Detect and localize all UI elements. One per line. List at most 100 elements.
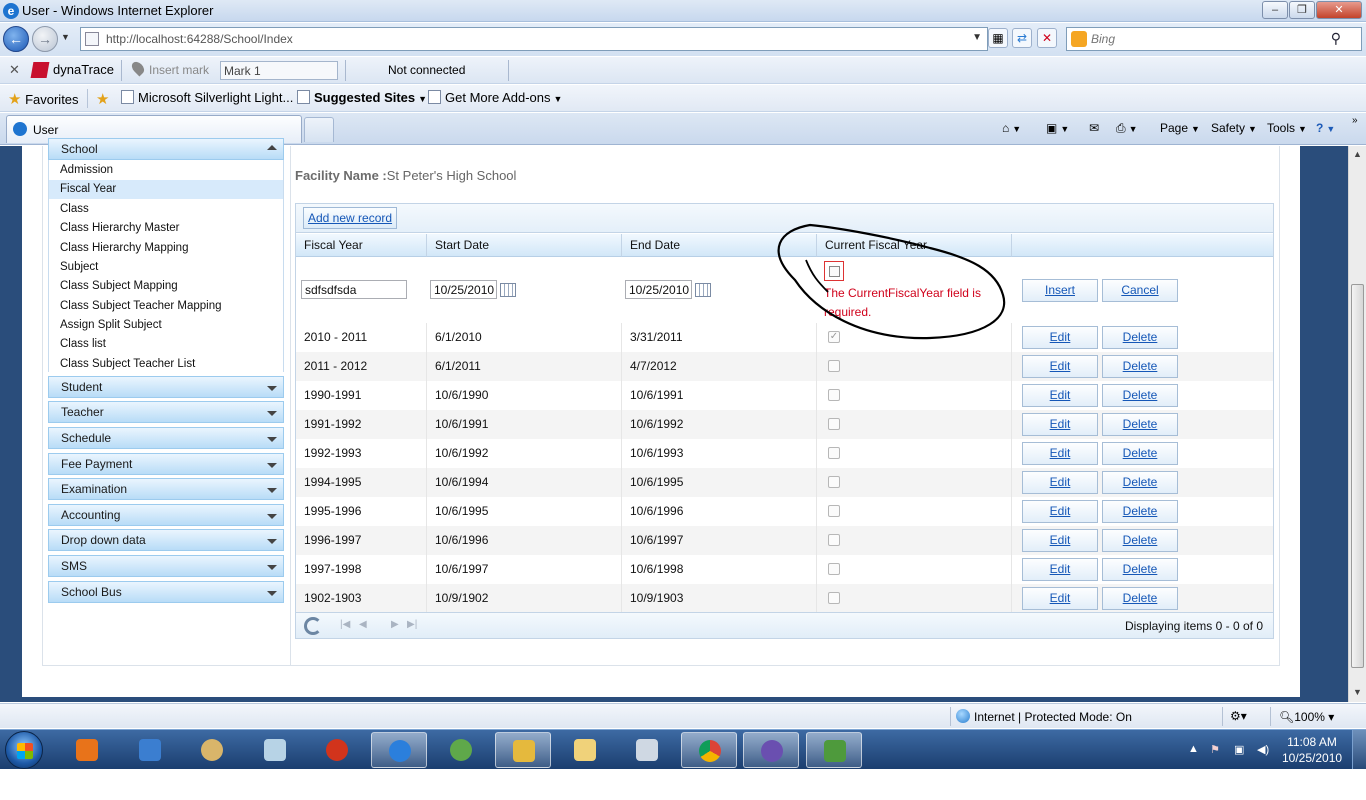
sidebar-item-fiscal-year[interactable]: Fiscal Year <box>49 180 283 199</box>
help-button[interactable]: ? ▼ <box>1316 121 1335 135</box>
refresh-icon[interactable] <box>304 617 322 635</box>
show-hidden-icons[interactable]: ▲ <box>1188 743 1199 755</box>
system-clock[interactable]: 11:08 AM 10/25/2010 <box>1282 734 1342 766</box>
taskbar-internet-explorer[interactable] <box>371 732 427 768</box>
search-icon[interactable]: ⚲ <box>1331 30 1341 47</box>
sidebar-item-class-hierarchy-mapping[interactable]: Class Hierarchy Mapping <box>49 239 283 258</box>
delete-button[interactable]: Delete <box>1102 413 1178 436</box>
taskbar-remote-desktop[interactable] <box>122 732 178 768</box>
add-to-favorites-bar-button[interactable]: ★ <box>96 90 109 108</box>
favorite-suggested-sites[interactable]: Suggested Sites ▼ <box>297 90 427 105</box>
column-header-fiscal-year[interactable]: Fiscal Year <box>296 234 427 257</box>
delete-button[interactable]: Delete <box>1102 500 1178 523</box>
feeds-button[interactable]: ▣ ▼ <box>1046 121 1069 135</box>
sidebar-item-assign-split-subject[interactable]: Assign Split Subject <box>49 316 283 335</box>
edit-button[interactable]: Edit <box>1022 558 1098 581</box>
sidebar-section-drop-down-data[interactable]: Drop down data <box>48 529 284 551</box>
safety-menu[interactable]: Safety ▼ <box>1211 121 1257 135</box>
edit-button[interactable]: Edit <box>1022 587 1098 610</box>
first-page-icon[interactable]: |◀ <box>340 619 350 630</box>
read-mail-button[interactable]: ✉ <box>1089 121 1099 135</box>
maximize-button[interactable]: ❐ <box>1289 1 1315 19</box>
security-zone[interactable]: Internet | Protected Mode: On <box>974 710 1132 724</box>
edit-button[interactable]: Edit <box>1022 529 1098 552</box>
tools-menu[interactable]: Tools ▼ <box>1267 121 1307 135</box>
search-input[interactable] <box>1091 30 1321 48</box>
sidebar-section-schedule[interactable]: Schedule <box>48 427 284 449</box>
start-button[interactable] <box>5 731 43 769</box>
sidebar-item-class-hierarchy-master[interactable]: Class Hierarchy Master <box>49 219 283 238</box>
taskbar-chrome[interactable] <box>681 732 737 768</box>
delete-button[interactable]: Delete <box>1102 587 1178 610</box>
cancel-button[interactable]: Cancel <box>1102 279 1178 302</box>
zoom-level[interactable]: 🔍︎100% ▾ <box>1279 710 1334 724</box>
favorite-get-more-addons[interactable]: Get More Add-ons ▼ <box>428 90 562 105</box>
sidebar-item-class[interactable]: Class <box>49 200 283 219</box>
sidebar-item-class-subject-teacher-mapping[interactable]: Class Subject Teacher Mapping <box>49 297 283 316</box>
edit-button[interactable]: Edit <box>1022 326 1098 349</box>
taskbar-calculator[interactable] <box>619 732 675 768</box>
close-toolbar-icon[interactable]: ✕ <box>9 62 20 78</box>
taskbar-notepad[interactable] <box>247 732 303 768</box>
search-box[interactable]: ⚲ <box>1066 27 1362 51</box>
compatibility-view-icon[interactable]: ▦ <box>988 28 1008 48</box>
history-dropdown-icon[interactable]: ▼ <box>61 32 70 42</box>
current-fiscal-year-checkbox[interactable] <box>824 261 844 281</box>
start-date-input[interactable] <box>430 280 497 299</box>
back-button[interactable]: ← <box>3 26 29 52</box>
page-menu[interactable]: Page ▼ <box>1160 121 1200 135</box>
edit-button[interactable]: Edit <box>1022 442 1098 465</box>
delete-button[interactable]: Delete <box>1102 442 1178 465</box>
sidebar-item-class-subject-teacher-list[interactable]: Class Subject Teacher List <box>49 355 283 374</box>
edit-button[interactable]: Edit <box>1022 500 1098 523</box>
taskbar-excel[interactable] <box>806 732 862 768</box>
favorite-link-silverlight[interactable]: Microsoft Silverlight Light... <box>121 90 293 105</box>
print-button[interactable]: ⎙ ▼ <box>1116 121 1138 136</box>
add-new-record-button[interactable]: Add new record <box>303 207 398 229</box>
next-page-icon[interactable]: ▶ <box>391 619 399 630</box>
edit-button[interactable]: Edit <box>1022 355 1098 378</box>
show-desktop-button[interactable] <box>1352 730 1366 770</box>
taskbar-paint[interactable] <box>184 732 240 768</box>
vertical-scrollbar[interactable]: ▲ ▼ <box>1348 146 1366 702</box>
sidebar-item-admission[interactable]: Admission <box>49 161 283 180</box>
favorites-button[interactable]: ★ Favorites <box>8 90 79 108</box>
delete-button[interactable]: Delete <box>1102 471 1178 494</box>
sidebar-section-teacher[interactable]: Teacher <box>48 401 284 423</box>
dynatrace-label[interactable]: dynaTrace <box>53 62 114 77</box>
edit-button[interactable]: Edit <box>1022 413 1098 436</box>
scroll-down-icon[interactable]: ▼ <box>1351 686 1364 699</box>
delete-button[interactable]: Delete <box>1102 529 1178 552</box>
sidebar-section-sms[interactable]: SMS <box>48 555 284 577</box>
delete-button[interactable]: Delete <box>1102 326 1178 349</box>
column-header-start-date[interactable]: Start Date <box>427 234 622 257</box>
sidebar-section-school-bus[interactable]: School Bus <box>48 581 284 603</box>
sidebar-section-accounting[interactable]: Accounting <box>48 504 284 526</box>
edit-button[interactable]: Edit <box>1022 471 1098 494</box>
sidebar-section-fee-payment[interactable]: Fee Payment <box>48 453 284 475</box>
minimize-button[interactable]: – <box>1262 1 1288 19</box>
forward-button[interactable]: → <box>32 26 58 52</box>
url-field[interactable]: http://localhost:64288/School/Index ▼ <box>80 27 988 51</box>
taskbar-explorer[interactable] <box>557 732 613 768</box>
calendar-icon[interactable] <box>500 283 516 297</box>
close-window-button[interactable]: ✕ <box>1316 1 1362 19</box>
fiscal-year-input[interactable] <box>301 280 407 299</box>
network-icon[interactable]: ▣ <box>1234 743 1244 756</box>
refresh-icon[interactable]: ⇄ <box>1012 28 1032 48</box>
previous-page-icon[interactable]: ◀ <box>359 619 367 630</box>
sidebar-item-subject[interactable]: Subject <box>49 258 283 277</box>
taskbar-visual-studio-tools[interactable] <box>495 732 551 768</box>
new-tab-button[interactable] <box>304 117 334 142</box>
sidebar-item-class-list[interactable]: Class list <box>49 335 283 354</box>
stop-icon[interactable]: ✕ <box>1037 28 1057 48</box>
sidebar-section-student[interactable]: Student <box>48 376 284 398</box>
sidebar-section-school[interactable]: School <box>48 138 284 160</box>
taskbar-media-player[interactable] <box>59 732 115 768</box>
mark-name-field[interactable] <box>220 61 338 80</box>
last-page-icon[interactable]: ▶| <box>407 619 417 630</box>
insert-mark-button[interactable]: Insert mark <box>149 63 209 77</box>
home-button[interactable]: ⌂ ▼ <box>1002 121 1021 135</box>
delete-button[interactable]: Delete <box>1102 558 1178 581</box>
column-header-end-date[interactable]: End Date <box>622 234 817 257</box>
